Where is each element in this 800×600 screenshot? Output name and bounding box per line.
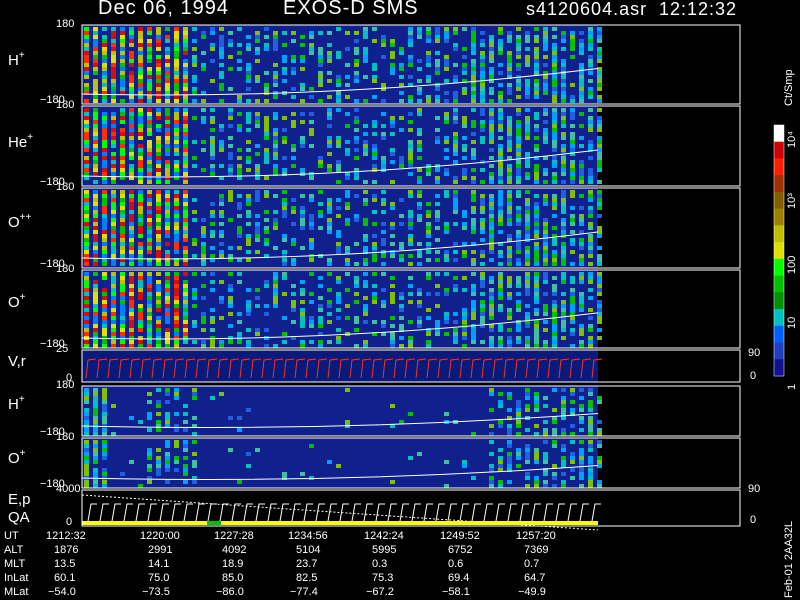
panel-vr [81, 349, 741, 383]
table-cell: −67.2 [366, 586, 394, 598]
panel-label-vr: V,r [8, 353, 26, 370]
colorbar-segment [774, 125, 784, 143]
table-cell: 14.1 [148, 558, 170, 570]
right-axis-top-vr: 90 [748, 347, 761, 359]
table-cell: 85.0 [222, 572, 244, 584]
panel-o2 [81, 437, 741, 489]
table-cell: −49.9 [518, 586, 546, 598]
colorbar-segment [774, 342, 784, 360]
table-cell: 1876 [54, 544, 79, 556]
table-cell: −58.1 [442, 586, 470, 598]
colorbar-unit: Ct/Smp [783, 69, 795, 106]
table-cell: 75.0 [148, 572, 170, 584]
right-axis-bottom-ep: 0 [750, 514, 757, 526]
panel-label-he: He+ [8, 132, 34, 151]
colorbar-segment [774, 258, 784, 277]
table-cell: 13.5 [54, 558, 76, 570]
table-cell: 1257:20 [516, 530, 556, 542]
right-axis-bottom-vr: 0 [750, 370, 757, 382]
table-cell: 60.1 [54, 572, 76, 584]
y-axis-top-o1: 180 [56, 263, 75, 275]
panel-h1 [81, 24, 741, 105]
table-cell: −77.4 [290, 586, 318, 598]
colorbar-segment [774, 242, 784, 260]
panel-label-ep: E,p [8, 491, 31, 508]
colorbar-segment [774, 292, 784, 310]
panel-label-opp: O++ [8, 212, 32, 231]
table-cell: 2991 [148, 544, 173, 556]
panel-label-o1: O+ [8, 292, 26, 311]
table-cell: 0.6 [448, 558, 464, 570]
table-cell: 0.3 [372, 558, 388, 570]
colorbar-segment [774, 208, 784, 226]
colorbar-tick: 10 [786, 316, 798, 329]
panel-he [81, 105, 741, 187]
colorbar-segment [774, 191, 784, 210]
table-cell: 0.7 [524, 558, 540, 570]
y-axis-top-vr: 25 [56, 343, 69, 355]
y-axis-top-ep: 4000 [56, 483, 81, 495]
table-cell: −73.5 [142, 586, 170, 598]
table-cell: 5995 [372, 544, 397, 556]
colorbar-tick: 10³ [786, 193, 798, 209]
panel-o1 [81, 269, 741, 349]
colorbar-segment [774, 225, 784, 243]
y-axis-bottom-ep: 0 [66, 516, 73, 528]
colorbar-segment [774, 141, 784, 159]
table-cell: 64.7 [524, 572, 546, 584]
table-cell: 75.3 [372, 572, 394, 584]
footnote: Feb-01 2AA32L [783, 520, 795, 598]
table-row-label: InLat [4, 572, 29, 584]
panel-ep [81, 489, 741, 531]
colorbar-segment [774, 158, 784, 176]
panel-label-o2: O+ [8, 448, 26, 467]
table-cell: 1249:52 [440, 530, 480, 542]
panel-label-h2: H+ [8, 394, 25, 413]
colorbar-segment [774, 275, 784, 293]
panel-label-h1: H+ [8, 50, 25, 69]
table-row-label: MLat [4, 586, 29, 598]
panel-label-qa: QA [8, 509, 30, 526]
table-cell: 18.9 [222, 558, 244, 570]
table-cell: 23.7 [296, 558, 318, 570]
table-row-label: MLT [4, 558, 26, 570]
colorbar-tick: 10⁴ [786, 131, 798, 148]
table-cell: 82.5 [296, 572, 318, 584]
table-cell: 1227:28 [214, 530, 254, 542]
table-cell: 4092 [222, 544, 247, 556]
y-axis-top-opp: 180 [56, 181, 75, 193]
colorbar-segment [774, 309, 784, 327]
panel-opp [81, 187, 741, 269]
y-axis-top-h1: 180 [56, 18, 75, 30]
table-cell: 5104 [296, 544, 321, 556]
right-axis-top-ep: 90 [748, 483, 761, 495]
panel-h2 [81, 385, 741, 437]
table-cell: 69.4 [448, 572, 470, 584]
colorbar-tick: 100 [786, 255, 798, 274]
y-axis-top-h2: 180 [56, 379, 75, 391]
colorbar-segment [774, 359, 784, 377]
table-cell: 1242:24 [364, 530, 404, 542]
table-row-label: UT [4, 530, 19, 542]
table-cell: 1234:56 [288, 530, 328, 542]
colorbar-segment [774, 175, 784, 193]
table-cell: −86.0 [216, 586, 244, 598]
y-axis-top-he: 180 [56, 99, 75, 111]
table-cell: 1212:32 [46, 530, 86, 542]
table-row-label: ALT [4, 544, 24, 556]
y-axis-top-o2: 180 [56, 431, 75, 443]
table-cell: 6752 [448, 544, 473, 556]
spectrogram-plot [81, 24, 785, 531]
colorbar-tick: 1 [786, 383, 798, 390]
table-cell: −54.0 [48, 586, 76, 598]
qa-bar [82, 521, 598, 525]
colorbar-segment [774, 325, 784, 344]
table-cell: 7369 [524, 544, 549, 556]
table-cell: 1220:00 [140, 530, 180, 542]
